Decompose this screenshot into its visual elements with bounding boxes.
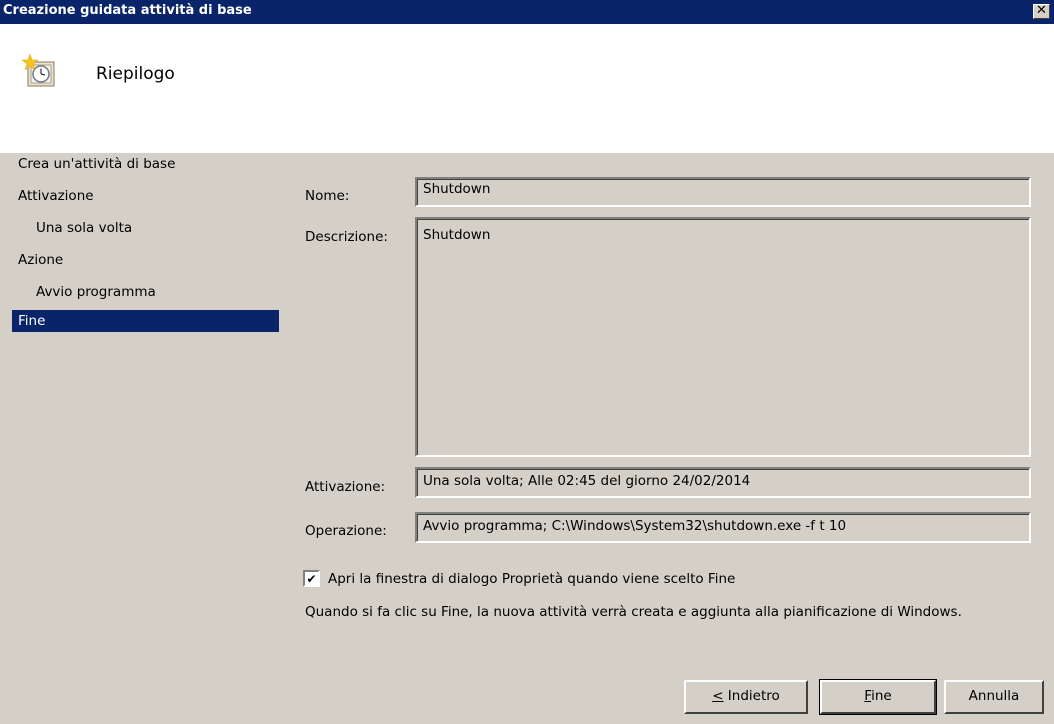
finish-button[interactable]: Fine [819,679,937,715]
trigger-label: Attivazione: [305,479,386,495]
step-create-basic-task[interactable]: Crea un'attività di base [12,154,279,186]
action-label: Operazione: [305,523,387,539]
name-value: Shutdown [423,181,491,197]
step-action[interactable]: Azione [12,250,279,282]
finish-info-text: Quando si fa clic su Fine, la nuova atti… [305,604,962,620]
back-label: Indietro [723,688,780,704]
description-field[interactable]: Shutdown [415,217,1031,457]
wizard-header: Riepilogo [0,24,1054,153]
name-field[interactable]: Shutdown [415,177,1031,207]
step-one-time[interactable]: Una sola volta [12,218,279,250]
back-prefix: < [712,688,724,704]
open-properties-label: Apri la finestra di dialogo Proprietà qu… [328,570,736,587]
open-properties-checkbox[interactable]: ✔ [303,570,320,587]
page-heading: Riepilogo [96,64,175,84]
back-button[interactable]: < Indietro [684,680,808,714]
close-icon: ✕ [1036,3,1047,18]
checkmark-icon: ✔ [306,571,317,586]
action-field[interactable]: Avvio programma; C:\Windows\System32\shu… [415,512,1031,543]
task-clock-icon [22,54,55,87]
trigger-value: Una sola volta; Alle 02:45 del giorno 24… [423,473,751,489]
step-trigger[interactable]: Attivazione [12,186,279,218]
close-button[interactable]: ✕ [1033,4,1050,19]
cancel-button[interactable]: Annulla [944,680,1044,714]
wizard-window: Creazione guidata attività di base ✕ Rie… [0,0,1054,724]
step-finish[interactable]: Fine [12,310,279,332]
cancel-label: Annulla [968,688,1020,704]
title-bar[interactable]: Creazione guidata attività di base ✕ [0,0,1054,24]
description-label: Descrizione: [305,229,388,245]
action-value: Avvio programma; C:\Windows\System32\shu… [423,518,847,534]
trigger-field[interactable]: Una sola volta; Alle 02:45 del giorno 24… [415,467,1031,498]
window-title: Creazione guidata attività di base [3,3,252,18]
name-label: Nome: [305,188,350,204]
finish-label: ine [871,688,892,704]
open-properties-option[interactable]: ✔ Apri la finestra di dialogo Proprietà … [303,570,735,587]
wizard-steps: Crea un'attività di base Attivazione Una… [12,154,279,332]
description-value: Shutdown [423,227,491,243]
